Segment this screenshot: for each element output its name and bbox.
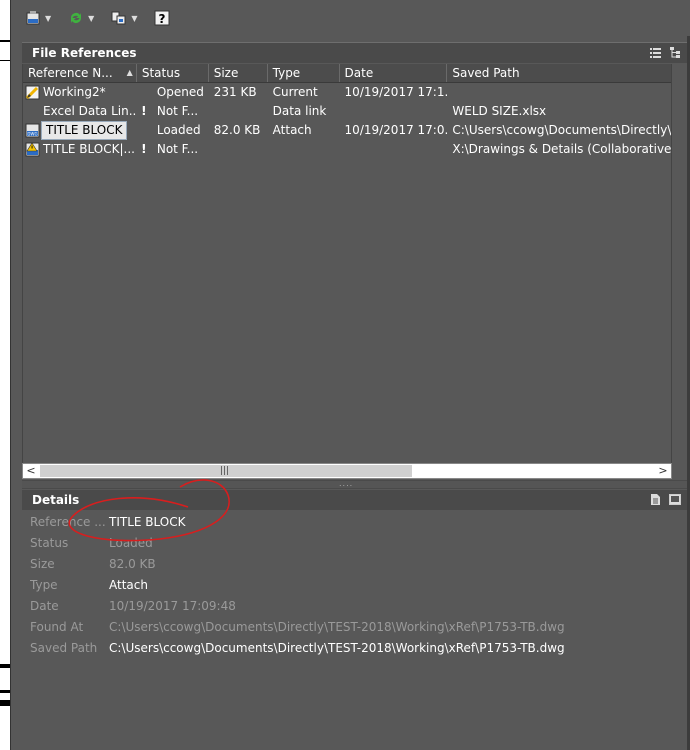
current-drawing-icon — [25, 85, 40, 100]
scroll-left-icon[interactable]: < — [23, 464, 39, 478]
reference-status: Not F... — [156, 142, 199, 156]
horizontal-scrollbar[interactable]: < ||| > — [22, 463, 672, 479]
chevron-down-icon[interactable]: ▼ — [131, 14, 137, 23]
chevron-down-icon[interactable]: ▼ — [45, 14, 51, 23]
vertical-scrollbar[interactable] — [671, 64, 686, 463]
refresh-icon — [67, 9, 85, 27]
list-view-icon[interactable] — [649, 46, 661, 58]
details-view-icon[interactable] — [649, 493, 661, 505]
change-path-icon — [110, 9, 128, 27]
column-header-size[interactable]: Size — [209, 64, 268, 82]
reference-status: Not F... — [156, 104, 199, 118]
warning-icon: ! — [141, 142, 147, 156]
table-row[interactable]: Working2* Opened 231 KB Current 10/19/20… — [23, 83, 671, 102]
column-header-saved-path[interactable]: Saved Path — [447, 64, 671, 82]
table-row[interactable]: TITLE BLOCK|... ! Not F... X:\Drawings & … — [23, 140, 671, 159]
svg-text:DWG: DWG — [27, 131, 37, 136]
preview-view-icon[interactable] — [669, 493, 681, 505]
reference-saved-path: C:\Users\ccowg\Documents\Directly\TEST — [452, 123, 671, 137]
details-header: Details — [22, 490, 687, 510]
strip-mark — [0, 664, 10, 668]
svg-text:?: ? — [159, 12, 166, 26]
warning-icon: ! — [141, 104, 147, 118]
reference-name: Excel Data Lin... — [43, 104, 137, 118]
detail-label: Saved Path — [30, 641, 98, 655]
strip-mark — [0, 700, 10, 706]
reference-type — [268, 140, 340, 159]
grip-icon: ||| — [220, 466, 230, 476]
dwg-attach-icon — [24, 9, 42, 27]
change-path-button[interactable]: ▼ — [108, 6, 147, 30]
detail-value[interactable]: C:\Users\ccowg\Documents\Directly\TEST-2… — [109, 638, 565, 659]
reference-size: 82.0 KB — [213, 123, 261, 137]
table-header: Reference N... ▲ Status Size Type Date Sa… — [23, 64, 671, 83]
dwg-file-icon: DWG — [25, 123, 40, 138]
grip-icon: .... — [339, 479, 354, 488]
detail-label: Type — [30, 578, 58, 592]
chevron-down-icon[interactable]: ▼ — [88, 14, 94, 23]
detail-label: Status — [30, 536, 69, 550]
detail-value: Loaded — [109, 536, 153, 550]
tree-view-icon[interactable] — [669, 46, 681, 58]
panel-splitter[interactable]: .... — [22, 480, 687, 489]
reference-type: Current — [272, 85, 318, 99]
detail-value[interactable]: Attach — [109, 575, 148, 596]
reference-type: Data link — [272, 104, 327, 118]
reference-size — [209, 102, 268, 121]
left-edge-strip — [0, 0, 11, 750]
dwg-warning-icon — [25, 142, 40, 157]
column-header-name[interactable]: Reference N... ▲ — [23, 64, 137, 82]
detail-value: 82.0 KB — [109, 557, 156, 571]
scroll-thumb[interactable]: ||| — [40, 465, 412, 477]
reference-status: Loaded — [156, 123, 201, 137]
scroll-right-icon[interactable]: > — [655, 464, 671, 478]
reference-type: Attach — [272, 123, 312, 137]
panel-title: File References — [32, 46, 137, 60]
sort-ascending-icon: ▲ — [126, 68, 133, 77]
reference-saved-path: X:\Drawings & Details (Collaborative)\St… — [452, 142, 671, 156]
refresh-button[interactable]: ▼ — [65, 6, 104, 30]
help-button[interactable]: ? — [151, 6, 173, 30]
column-header-type[interactable]: Type — [268, 64, 340, 82]
reference-date — [340, 102, 448, 121]
details-panel: Details Reference ... TITLE BLOCK Status… — [22, 490, 687, 750]
attach-dwg-button[interactable]: ▼ — [22, 6, 61, 30]
detail-label: Size — [30, 557, 55, 571]
panel-title: Details — [32, 493, 80, 507]
strip-mark — [0, 40, 10, 42]
reference-name: Working2* — [43, 85, 106, 99]
file-references-panel: File References — [22, 42, 687, 64]
reference-date: 10/19/2017 17:0... — [344, 123, 448, 137]
detail-label: Date — [30, 599, 59, 613]
detail-label: Found At — [30, 620, 84, 634]
reference-saved-path: WELD SIZE.xlsx — [452, 104, 547, 118]
column-header-status[interactable]: Status — [137, 64, 209, 82]
reference-date — [340, 140, 448, 159]
reference-saved-path — [447, 83, 671, 102]
table-row-selected[interactable]: DWG TITLE BLOCK Loaded 82.0 KB Attach 10… — [23, 121, 671, 140]
reference-size — [209, 140, 268, 159]
help-icon: ? — [153, 9, 171, 27]
reference-date: 10/19/2017 17:1... — [344, 85, 448, 99]
xref-toolbar: ▼ ▼ ▼ ? — [22, 4, 690, 32]
strip-mark — [0, 690, 10, 693]
file-references-table: Reference N... ▲ Status Size Type Date Sa… — [22, 64, 671, 463]
table-row[interactable]: Excel Data Lin... ! Not F... Data link WE… — [23, 102, 671, 121]
strip-mark — [0, 60, 10, 61]
column-header-date[interactable]: Date — [340, 64, 448, 82]
reference-name: TITLE BLOCK|... — [43, 142, 135, 156]
detail-value[interactable]: TITLE BLOCK — [109, 512, 185, 533]
reference-size: 231 KB — [213, 85, 257, 99]
detail-label: Reference ... — [30, 515, 106, 529]
reference-name: TITLE BLOCK — [41, 121, 128, 140]
file-references-header: File References — [22, 42, 687, 63]
detail-value: C:\Users\ccowg\Documents\Directly\TEST-2… — [109, 620, 565, 634]
detail-value: 10/19/2017 17:09:48 — [109, 599, 236, 613]
reference-status: Opened — [156, 85, 204, 99]
